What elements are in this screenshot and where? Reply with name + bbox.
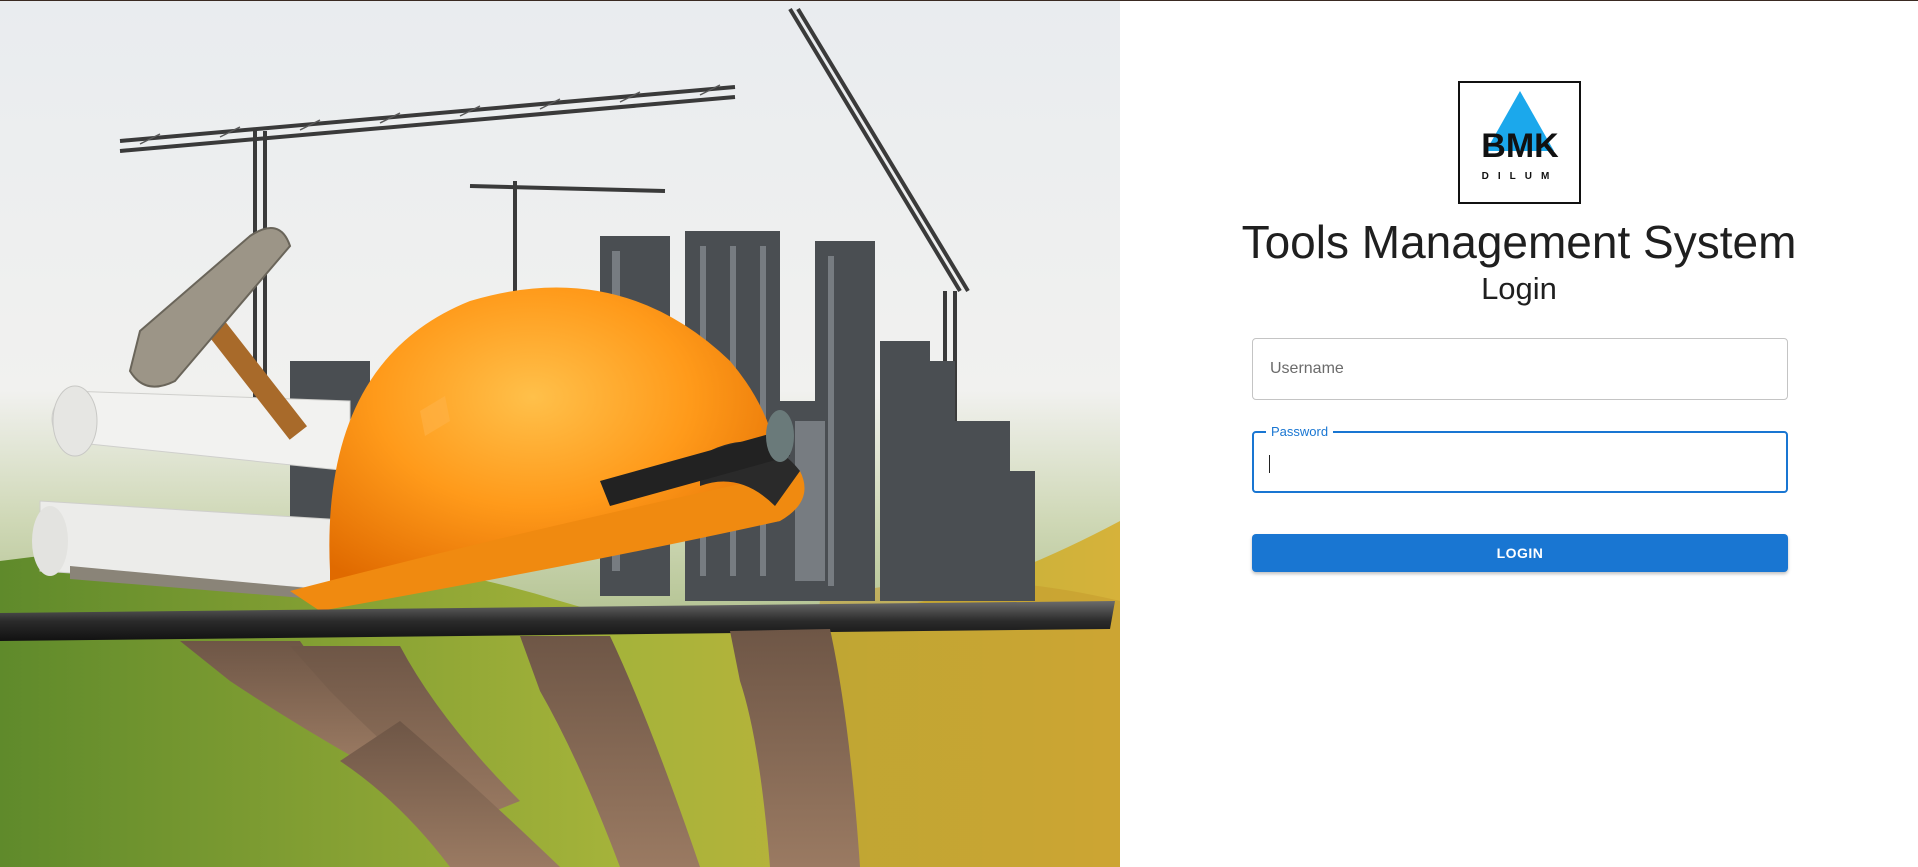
text-cursor [1269, 455, 1270, 473]
page-subtitle: Login [1481, 271, 1557, 306]
login-panel: BMK DILUM Tools Management System Login … [1120, 1, 1918, 867]
password-field: Password [1252, 424, 1788, 493]
company-logo: BMK DILUM [1458, 81, 1581, 204]
login-button[interactable]: LOGIN [1252, 534, 1788, 572]
app-title: Tools Management System [1241, 216, 1797, 268]
username-field [1252, 338, 1788, 400]
logo-brand-text: BMK [1481, 127, 1559, 165]
password-input[interactable] [1254, 433, 1786, 491]
username-input[interactable] [1253, 339, 1787, 399]
logo-sub-text: DILUM [1482, 171, 1559, 182]
hero-image [0, 1, 1120, 867]
